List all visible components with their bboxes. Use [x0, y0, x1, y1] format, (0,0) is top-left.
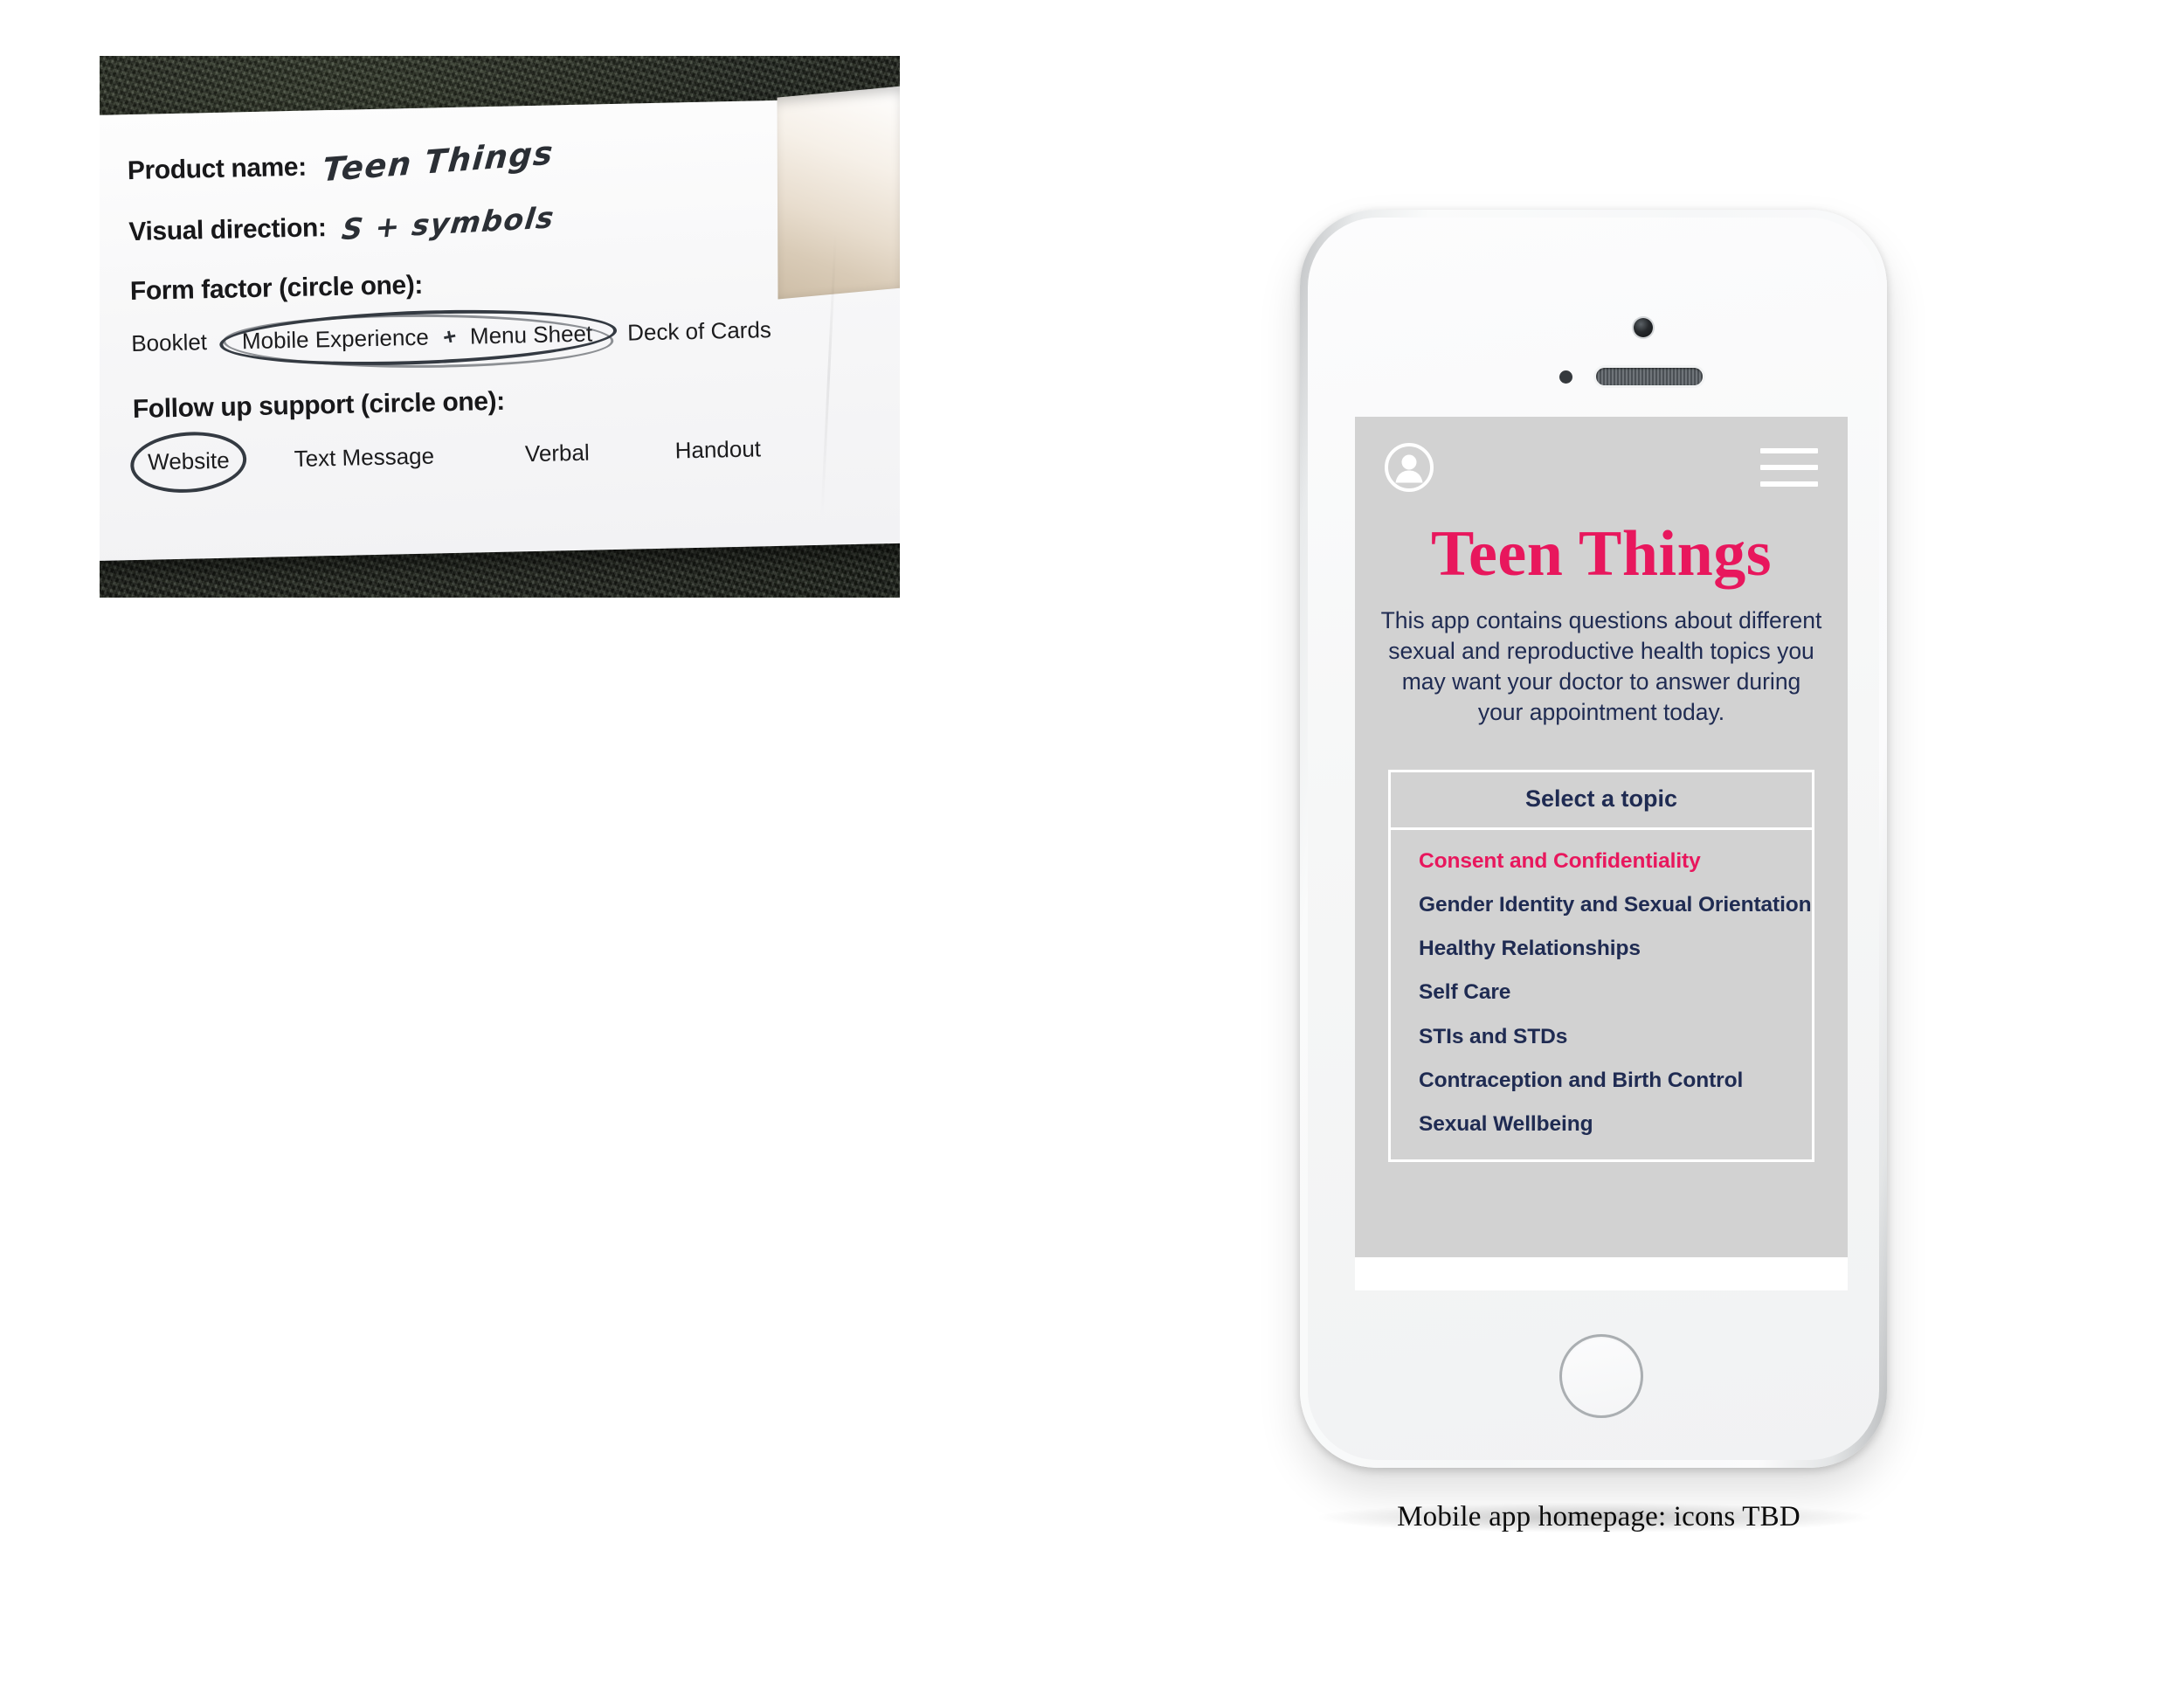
hamburger-bar-1 — [1760, 448, 1818, 453]
topic-item-contraception-and-birth-control[interactable]: Contraception and Birth Control — [1391, 1069, 1812, 1093]
app-top-bar — [1355, 417, 1848, 515]
form-factor-heading: Form factor (circle one): — [129, 270, 424, 307]
topic-item-consent-and-confidentiality[interactable]: Consent and Confidentiality — [1391, 849, 1812, 874]
circled-selection-form-factor: Mobile Experience + Menu Sheet — [218, 312, 615, 363]
topic-card-header: Select a topic — [1391, 772, 1812, 830]
topic-item-healthy-relationships[interactable]: Healthy Relationships — [1391, 937, 1812, 961]
hamburger-bar-3 — [1760, 481, 1818, 487]
hamburger-bar-2 — [1760, 465, 1818, 470]
field-product-name: Product name: Teen Things — [127, 134, 867, 190]
app-description: This app contains questions about differ… — [1380, 607, 1822, 725]
follow-up-options: Website Text Message Verbal Handout — [134, 425, 874, 485]
option-verbal[interactable]: Verbal — [525, 439, 590, 468]
product-name-label: Product name: — [127, 152, 308, 186]
topic-selector-card: Select a topic Consent and Confidentiali… — [1388, 769, 1814, 1163]
phone-screen: Teen Things This app contains questions … — [1355, 417, 1848, 1290]
phone-body: Teen Things This app contains questions … — [1300, 210, 1887, 1468]
hamburger-menu-icon[interactable] — [1760, 448, 1818, 487]
earpiece-speaker-icon — [1596, 368, 1703, 385]
option-deck-of-cards[interactable]: Deck of Cards — [627, 316, 771, 347]
phone-front-face: Teen Things This app contains questions … — [1308, 218, 1879, 1460]
worksheet-photo: Product name: Teen Things Visual directi… — [100, 56, 900, 598]
option-website[interactable]: Website — [148, 447, 230, 475]
follow-up-heading: Follow up support (circle one): — [132, 386, 506, 425]
option-menu-sheet[interactable]: Menu Sheet — [470, 321, 593, 350]
form-factor-options: Booklet Mobile Experience + Menu Sheet D… — [131, 307, 872, 365]
option-mobile-experience[interactable]: Mobile Experience — [242, 324, 430, 356]
circled-selection-website: Website — [134, 438, 245, 485]
user-avatar-icon[interactable] — [1385, 443, 1434, 492]
front-camera-icon — [1634, 318, 1653, 337]
topic-list: Consent and Confidentiality Gender Ident… — [1391, 830, 1812, 1159]
app-screen-content: Teen Things This app contains questions … — [1355, 417, 1848, 1257]
product-name-handwritten-value: Teen Things — [321, 134, 556, 190]
topic-item-stis-and-stds[interactable]: STIs and STDs — [1391, 1025, 1812, 1049]
option-handout[interactable]: Handout — [674, 435, 761, 464]
topic-item-gender-identity-and-sexual-orientation[interactable]: Gender Identity and Sexual Orientation — [1391, 893, 1812, 917]
topic-item-sexual-wellbeing[interactable]: Sexual Wellbeing — [1391, 1112, 1812, 1137]
topic-item-self-care[interactable]: Self Care — [1391, 980, 1812, 1005]
visual-direction-handwritten-value: S + symbols — [340, 200, 557, 247]
app-title: Teen Things — [1430, 518, 1773, 590]
visual-direction-label: Visual direction: — [128, 213, 327, 247]
option-text-message[interactable]: Text Message — [294, 443, 434, 473]
proximity-sensor-icon — [1559, 370, 1572, 384]
plus-connector-mark: + — [439, 322, 459, 351]
home-button[interactable] — [1559, 1334, 1643, 1418]
mockup-caption: Mobile app homepage: icons TBD — [1397, 1501, 1800, 1532]
field-visual-direction: Visual direction: S + symbols — [128, 197, 869, 247]
phone-mockup: Teen Things This app contains questions … — [1258, 175, 1939, 1538]
paper-worksheet: Product name: Teen Things Visual directi… — [100, 85, 900, 562]
option-booklet[interactable]: Booklet — [131, 329, 207, 357]
